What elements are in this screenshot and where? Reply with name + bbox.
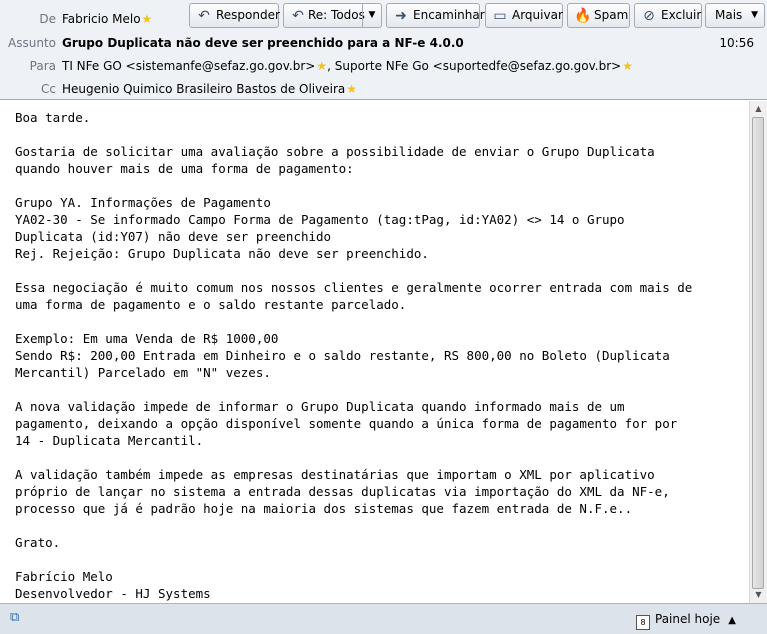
scroll-up-icon[interactable]: ▲ [750, 101, 767, 117]
chevron-up-icon: ▲ [728, 615, 736, 626]
recipient-2[interactable]: Suporte NFe Go <suportedfe@sefaz.go.gov.… [335, 59, 621, 73]
cc-row: Cc Heugenio Quimico Brasileiro Bastos de… [0, 77, 767, 99]
calendar-icon: 8 [636, 615, 650, 630]
spam-button[interactable]: 🔥 Spam [567, 3, 630, 28]
scrollbar-thumb[interactable] [752, 117, 764, 589]
chevron-down-icon: ▼ [751, 10, 758, 20]
today-pane-button[interactable]: 8 Painel hoje ▲ [636, 609, 736, 630]
message-body[interactable]: Boa tarde. Gostaria de solicitar uma ava… [0, 101, 749, 603]
from-value[interactable]: Fabricio Melo★ [62, 12, 152, 26]
star-icon[interactable]: ★ [142, 12, 153, 26]
star-icon[interactable]: ★ [346, 82, 357, 96]
delete-button[interactable]: ⊘ Excluir [634, 3, 702, 28]
to-label: Para [29, 59, 56, 73]
vertical-scrollbar[interactable]: ▲ ▼ [749, 101, 767, 603]
to-row: Para TI NFe GO <sistemanfe@sefaz.go.gov.… [0, 54, 767, 76]
message-time: 10:56 [719, 36, 754, 50]
delete-icon: ⊘ [643, 8, 655, 24]
spam-icon: 🔥 [574, 8, 592, 24]
connection-icon[interactable]: ⧉ [10, 611, 24, 625]
chevron-down-icon[interactable]: ▼ [362, 4, 381, 27]
archive-icon: ▭ [493, 8, 507, 24]
reply-button[interactable]: ↶ Responder [189, 3, 280, 28]
cc-label: Cc [41, 82, 56, 96]
forward-icon: ➜ [395, 8, 407, 24]
recipient-separator: , [327, 59, 331, 73]
message-text: Boa tarde. Gostaria de solicitar uma ava… [15, 110, 693, 601]
recipient-1[interactable]: TI NFe GO <sistemanfe@sefaz.go.gov.br> [62, 59, 315, 73]
forward-button[interactable]: ➜ Encaminhar [386, 3, 485, 28]
from-name[interactable]: Fabricio Melo [62, 12, 141, 26]
scroll-down-icon[interactable]: ▼ [750, 587, 767, 603]
star-icon[interactable]: ★ [316, 59, 327, 73]
star-icon[interactable]: ★ [622, 59, 633, 73]
cc-value: Heugenio Quimico Brasileiro Bastos de Ol… [62, 82, 357, 96]
reply-all-button[interactable]: ↶ Re: Todos ▼ [283, 3, 382, 28]
from-label: De [39, 12, 56, 26]
reply-icon: ↶ [198, 8, 210, 24]
cc-recipient[interactable]: Heugenio Quimico Brasileiro Bastos de Ol… [62, 82, 345, 96]
more-button[interactable]: Mais ▼ [705, 3, 765, 28]
message-header: De Fabricio Melo★ ↶ Responder ↶ Re: Todos … [0, 0, 767, 100]
status-bar: ⧉ 8 Painel hoje ▲ [0, 603, 767, 634]
subject-value: Grupo Duplicata não deve ser preenchido … [62, 36, 464, 50]
subject-label: Assunto [8, 36, 56, 50]
subject-row: Assunto Grupo Duplicata não deve ser pre… [0, 31, 767, 53]
archive-button[interactable]: ▭ Arquivar [485, 3, 563, 28]
to-value: TI NFe GO <sistemanfe@sefaz.go.gov.br>★,… [62, 59, 633, 73]
reply-all-icon: ↶ [292, 8, 304, 24]
